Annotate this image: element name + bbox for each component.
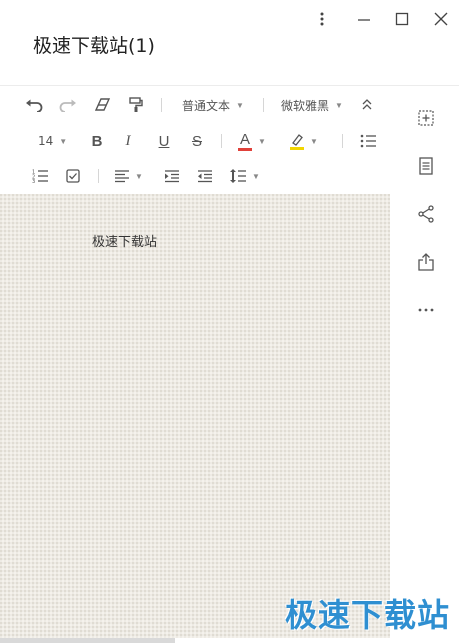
note-editor[interactable]: 极速下载站 [0,194,390,638]
indent-decrease-icon[interactable] [194,165,216,187]
highlighter-icon [290,133,304,150]
add-note-icon[interactable] [411,105,441,131]
align-dropdown[interactable]: ▼ [115,165,149,187]
font-size-dropdown[interactable]: 14 ▼ [38,130,74,152]
chevron-down-icon: ▼ [335,100,343,110]
line-height-dropdown[interactable]: ▼ [230,165,266,187]
window-title: 极速下载站(1) [33,35,155,57]
numbered-list-icon[interactable]: 123 [29,165,51,187]
align-left-icon [115,169,129,182]
font-color-dropdown[interactable]: A ▼ [238,130,276,152]
horizontal-scrollbar[interactable] [0,638,175,643]
format-painter-icon[interactable] [124,94,148,116]
chevron-down-icon: ▼ [258,136,266,146]
font-size-label: 14 [38,134,54,148]
checklist-icon[interactable] [62,165,84,187]
note-list-icon[interactable] [411,153,441,179]
note-content[interactable]: 极速下载站 [92,231,157,250]
line-height-icon [230,169,246,183]
paragraph-style-dropdown[interactable]: 普通文本 ▼ [182,94,252,116]
collapse-icon[interactable] [356,94,378,116]
export-icon[interactable] [411,249,441,275]
chevron-down-icon: ▼ [135,171,143,181]
chevron-down-icon: ▼ [236,100,244,110]
right-side-panel [390,86,459,643]
minimize-icon[interactable] [352,8,376,30]
share-icon[interactable] [411,201,441,227]
paragraph-style-label: 普通文本 [182,98,231,113]
close-icon[interactable] [429,8,453,30]
chevron-down-icon: ▼ [59,136,68,146]
bullet-list-icon[interactable] [357,130,379,152]
maximize-icon[interactable] [390,8,414,30]
eraser-icon[interactable] [91,94,115,116]
bold-button[interactable]: B [86,130,108,152]
underline-button[interactable]: U [153,130,175,152]
redo-icon[interactable] [56,94,80,116]
svg-text:3: 3 [32,179,35,183]
highlight-color-dropdown[interactable]: ▼ [290,130,328,152]
more-horizontal-icon[interactable] [411,297,441,323]
format-toolbar: 普通文本 ▼ 微软雅黑 ▼ 14 ▼ B I U S A ▼ ▼ 123 ▼ ▼ [0,86,390,194]
title-bar: 极速下载站(1) [0,0,459,86]
indent-increase-icon[interactable] [161,165,183,187]
site-watermark: 极速下载站 [285,596,451,634]
chevron-down-icon: ▼ [252,171,260,181]
italic-button[interactable]: I [117,130,139,152]
more-vertical-icon[interactable] [310,8,334,30]
font-family-label: 微软雅黑 [281,98,330,113]
chevron-down-icon: ▼ [310,136,318,146]
undo-icon[interactable] [22,94,46,116]
font-color-icon: A [238,132,252,151]
strikethrough-button[interactable]: S [186,130,208,152]
font-family-dropdown[interactable]: 微软雅黑 ▼ [281,94,347,116]
